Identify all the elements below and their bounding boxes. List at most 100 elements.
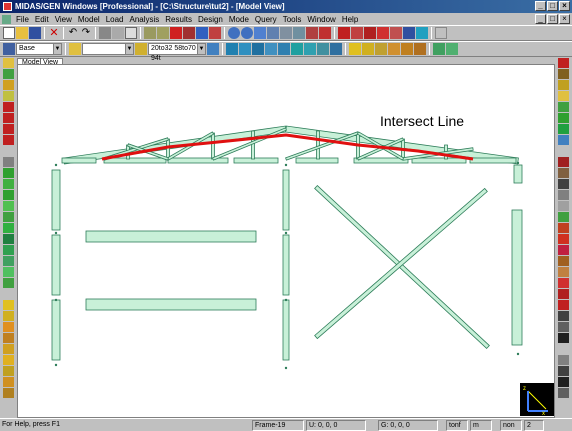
menu-design[interactable]: Design <box>195 15 226 24</box>
right-tool-21-icon[interactable] <box>558 278 569 288</box>
view-left-icon[interactable] <box>377 27 389 39</box>
properties-icon[interactable] <box>446 43 458 55</box>
unit-length-select[interactable]: m <box>470 419 492 431</box>
menu-analysis[interactable]: Analysis <box>126 15 162 24</box>
close-button[interactable]: × <box>559 1 570 11</box>
active-icon[interactable] <box>319 27 331 39</box>
right-column-stub[interactable] <box>513 164 523 184</box>
right-tool-10-icon[interactable] <box>558 157 569 167</box>
node-point[interactable] <box>516 161 520 165</box>
node-point[interactable] <box>284 163 288 167</box>
left-column-upper[interactable] <box>51 169 61 231</box>
doc-restore-button[interactable]: □ <box>547 14 558 24</box>
select-polygon-icon[interactable] <box>239 43 251 55</box>
left-tool-17-icon[interactable] <box>3 234 14 244</box>
model-view-canvas[interactable] <box>17 64 555 418</box>
truss-bottom-chord[interactable] <box>61 157 97 164</box>
left-tool-24-icon[interactable] <box>3 311 14 321</box>
right-tool-4-icon[interactable] <box>558 91 569 101</box>
right-tool-28-icon[interactable] <box>558 355 569 365</box>
new-file-icon[interactable] <box>3 27 15 39</box>
right-tool-9-icon[interactable] <box>558 146 569 156</box>
view-top-icon[interactable] <box>351 27 363 39</box>
redo-icon[interactable]: ↷ <box>80 27 92 39</box>
menu-mode[interactable]: Mode <box>226 15 252 24</box>
left-tool-27-icon[interactable] <box>3 344 14 354</box>
right-tool-2-icon[interactable] <box>558 69 569 79</box>
select-combo[interactable]: ▼ <box>82 43 134 55</box>
right-tool-5-icon[interactable] <box>558 102 569 112</box>
menu-query[interactable]: Query <box>252 15 280 24</box>
left-tool-3-icon[interactable] <box>3 80 14 90</box>
node-point[interactable] <box>54 231 58 235</box>
left-tool-21-icon[interactable] <box>3 278 14 288</box>
right-tool-31-icon[interactable] <box>558 388 569 398</box>
left-tool-14-icon[interactable] <box>3 201 14 211</box>
truss-bottom-chord[interactable] <box>167 157 229 164</box>
zoom-in-icon[interactable] <box>228 27 240 39</box>
left-tool-20-icon[interactable] <box>3 267 14 277</box>
lower-beam[interactable] <box>85 298 257 311</box>
open-folder-icon[interactable] <box>16 27 28 39</box>
view-right-icon[interactable] <box>390 27 402 39</box>
truss-vertical[interactable] <box>316 130 320 160</box>
assign-icon[interactable] <box>433 43 445 55</box>
left-tool-4-icon[interactable] <box>3 91 14 101</box>
element-icon[interactable] <box>183 27 195 39</box>
right-tool-13-icon[interactable] <box>558 190 569 200</box>
zoom-window-icon[interactable] <box>267 27 279 39</box>
menu-edit[interactable]: Edit <box>32 15 52 24</box>
center-column-lower[interactable] <box>282 299 290 361</box>
display-icon[interactable] <box>375 43 387 55</box>
menu-load[interactable]: Load <box>103 15 127 24</box>
grid-icon[interactable] <box>144 27 156 39</box>
left-tool-15-icon[interactable] <box>3 212 14 222</box>
zoom-fit-icon[interactable] <box>254 27 266 39</box>
truss-vertical[interactable] <box>211 132 215 160</box>
right-tool-24-icon[interactable] <box>558 311 569 321</box>
node-icon[interactable] <box>170 27 182 39</box>
delete-icon[interactable]: ✕ <box>48 27 60 39</box>
base-combo[interactable]: Base ▼ <box>16 43 62 55</box>
left-column-middle[interactable] <box>51 234 61 296</box>
right-tool-26-icon[interactable] <box>558 333 569 343</box>
undo-icon[interactable]: ↶ <box>67 27 79 39</box>
menu-model[interactable]: Model <box>75 15 103 24</box>
right-tool-22-icon[interactable] <box>558 289 569 299</box>
unselect-icon[interactable] <box>304 43 316 55</box>
menu-file[interactable]: File <box>13 15 32 24</box>
node-point[interactable] <box>284 298 288 302</box>
print-icon[interactable] <box>99 27 111 39</box>
page-select[interactable]: 2 <box>524 419 544 431</box>
left-tool-30-icon[interactable] <box>3 377 14 387</box>
left-tool-12-icon[interactable] <box>3 179 14 189</box>
menu-tools[interactable]: Tools <box>280 15 305 24</box>
right-tool-16-icon[interactable] <box>558 223 569 233</box>
right-tool-23-icon[interactable] <box>558 300 569 310</box>
render-icon[interactable] <box>416 27 428 39</box>
document-icon[interactable] <box>2 14 11 24</box>
view-front-icon[interactable] <box>338 27 350 39</box>
left-tool-10-icon[interactable] <box>3 157 14 167</box>
snap-icon[interactable] <box>157 27 169 39</box>
menu-window[interactable]: Window <box>304 15 338 24</box>
minimize-button[interactable]: _ <box>535 1 546 11</box>
right-tool-3-icon[interactable] <box>558 80 569 90</box>
right-tool-18-icon[interactable] <box>558 245 569 255</box>
doc-minimize-button[interactable]: _ <box>535 14 546 24</box>
truss-bottom-chord[interactable] <box>103 157 167 164</box>
left-tool-28-icon[interactable] <box>3 355 14 365</box>
menu-results[interactable]: Results <box>162 15 195 24</box>
right-tool-15-icon[interactable] <box>558 212 569 222</box>
truss-vertical[interactable] <box>251 130 255 160</box>
copy-icon[interactable] <box>125 27 137 39</box>
right-tool-20-icon[interactable] <box>558 267 569 277</box>
left-tool-7-icon[interactable] <box>3 124 14 134</box>
left-tool-11-icon[interactable] <box>3 168 14 178</box>
rotate-icon[interactable] <box>293 27 305 39</box>
section-combo[interactable]: 20to32 58to70 94t ▼ <box>148 43 206 62</box>
left-tool-2-icon[interactable] <box>3 69 14 79</box>
line-icon[interactable] <box>196 27 208 39</box>
hidden-icon[interactable] <box>414 43 426 55</box>
right-column[interactable] <box>511 209 523 346</box>
